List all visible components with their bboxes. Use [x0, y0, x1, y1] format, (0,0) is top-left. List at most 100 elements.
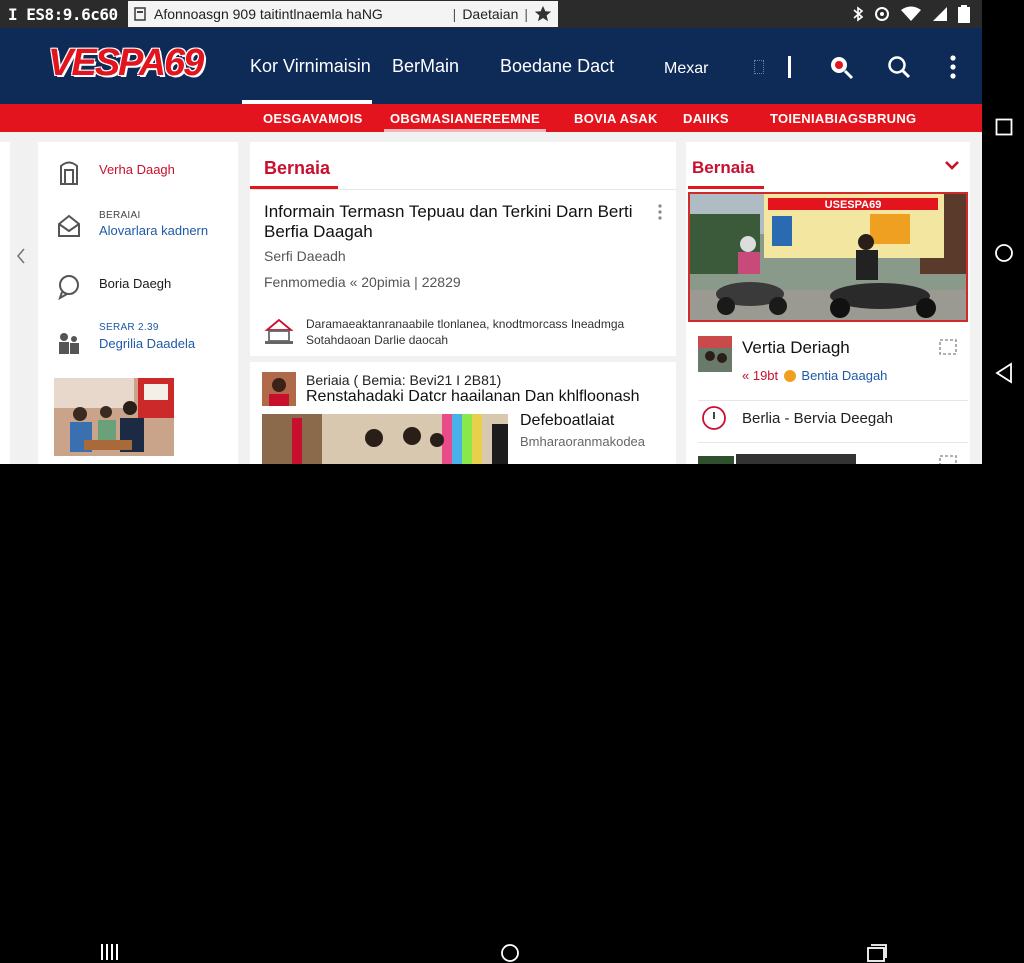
- building-icon: [264, 318, 294, 344]
- article-headline[interactable]: Renstahadaki Datcr haailanan Dan khlfloo…: [306, 388, 640, 406]
- right-tab-underline: [688, 186, 764, 189]
- article-photo[interactable]: [262, 414, 508, 464]
- site-logo[interactable]: VESPA69: [48, 42, 204, 85]
- address-bar[interactable]: Afonnoasgn 909 taitintlnaemla haNG | Dae…: [128, 1, 558, 27]
- chat-icon: [58, 275, 79, 300]
- nav-item-0[interactable]: Kor Virnimaisin: [242, 28, 372, 104]
- sidebar: Verha Daagh BERAIAI Alovarlara kadnern B…: [38, 142, 238, 464]
- news-thumbnail[interactable]: [698, 336, 732, 372]
- article-section-heading: Defeboatlaiat: [520, 412, 615, 429]
- sidebar-item-label: Degrilia Daadela: [99, 336, 196, 351]
- second-article-card[interactable]: Beriaia ( Bemia: Bevi21 I 2B81) Renstaha…: [250, 362, 676, 464]
- nav-item-2[interactable]: Boedane Dact: [480, 28, 640, 104]
- news-item-date: « 19bt: [742, 368, 779, 383]
- sidebar-item-sub: BERAIAI: [99, 210, 141, 221]
- article-title[interactable]: Informain Termasn Tepuau dan Terkini Dar…: [264, 202, 644, 242]
- mail-icon: [58, 214, 80, 237]
- url-separator: |: [452, 6, 457, 22]
- article-byline: Beriaia ( Bemia: Bevi21 I 2B81): [306, 372, 502, 388]
- image-icon[interactable]: [938, 338, 958, 356]
- group-photo-image: [54, 378, 174, 456]
- bookmark-star-icon[interactable]: [534, 5, 552, 23]
- status-time: I ES8:9.6c60: [8, 4, 118, 24]
- sidebar-item-label: Boria Daegh: [99, 276, 172, 291]
- home-icon[interactable]: [500, 943, 520, 963]
- category-tab-3[interactable]: DAIIKS: [683, 104, 729, 132]
- thumbnail-image: [698, 336, 732, 372]
- featured-article-card[interactable]: Bernaia Informain Termasn Tepuau dan Ter…: [250, 142, 676, 356]
- url-separator-2: |: [524, 6, 528, 22]
- divider: [250, 189, 676, 190]
- news-thumbnail-3[interactable]: [698, 456, 734, 464]
- chevron-left-icon[interactable]: [14, 246, 28, 266]
- site-header: VESPA69 Kor Virnimaisin BerMain Boedane …: [0, 28, 982, 104]
- previous-panel-edge: [0, 142, 10, 464]
- news-item-meta: « 19bt Bentia Daagah: [742, 368, 887, 383]
- sidebar-thumbnail-photo[interactable]: [54, 378, 174, 456]
- header-divider: [788, 56, 791, 78]
- main-nav: Kor Virnimaisin BerMain Boedane Dact: [242, 28, 640, 104]
- article-section-sub: Bmharaoranmakodea: [520, 434, 646, 449]
- alarm-icon: [875, 7, 889, 21]
- article-menu-icon[interactable]: [658, 204, 662, 220]
- category-tab-0[interactable]: OESGAVAMOIS: [263, 104, 363, 132]
- article-meta: Fenmomedia « 20pimia | 22829: [264, 274, 461, 290]
- article-subtitle: Serfi Daeadh: [264, 248, 346, 264]
- clock-icon: [702, 406, 726, 430]
- url-text: Afonnoasgn 909 taitintlnaemla haNG: [154, 6, 383, 22]
- sidebar-item-label: Verha Daagh: [99, 162, 175, 177]
- category-tab-4[interactable]: TOIENIABIAGSBRUNG: [770, 104, 916, 132]
- back-triangle-icon[interactable]: [994, 362, 1014, 384]
- divider: [698, 442, 968, 443]
- nav-item-1[interactable]: BerMain: [372, 28, 480, 104]
- header-search-label[interactable]: Mexar: [664, 60, 708, 78]
- status-bar: I ES8:9.6c60 Afonnoasgn 909 taitintlnaem…: [0, 0, 982, 28]
- more-options-icon[interactable]: [948, 54, 958, 80]
- image-icon-2[interactable]: [938, 454, 958, 464]
- location-search-icon[interactable]: [828, 54, 854, 80]
- sidebar-item-0[interactable]: Verha Daagh: [38, 152, 238, 192]
- sidebar-item-sub: SERAR 2.39: [99, 322, 159, 333]
- android-bottom-nav: [0, 464, 1024, 962]
- main-content: Bernaia Informain Termasn Tepuau dan Ter…: [250, 142, 676, 464]
- news-item-2[interactable]: Berlia - Bervia Deegah: [742, 410, 893, 427]
- right-panel: Bernaia USESPA69 Vertia Deriagh « 19bt B…: [686, 142, 970, 464]
- divider: [698, 400, 968, 401]
- url-tail: Daetaian: [462, 6, 519, 22]
- crowd-photo-image: [262, 414, 508, 464]
- sidebar-item-label: Alovarlara kadnern: [99, 223, 209, 238]
- section-tab[interactable]: Bernaia: [264, 158, 330, 179]
- battery-icon: [958, 5, 970, 23]
- category-tab-2[interactable]: BOVIA ASAK: [574, 104, 658, 132]
- news-item-title[interactable]: Vertia Deriagh: [742, 338, 850, 358]
- banner-text: USESPA69: [825, 199, 882, 211]
- recents-square-icon[interactable]: [995, 118, 1013, 136]
- sidebar-item-2[interactable]: Boria Daegh: [38, 266, 238, 306]
- signal-icon: [933, 7, 947, 21]
- home-circle-icon[interactable]: [994, 243, 1014, 263]
- wifi-icon: [901, 6, 921, 21]
- news-item-source: Bentia Daagah: [801, 368, 888, 383]
- recent-apps-icon[interactable]: [99, 943, 121, 961]
- header-placeholder-box: [754, 60, 764, 74]
- bluetooth-icon: [853, 6, 864, 22]
- right-section-tab[interactable]: Bernaia: [692, 158, 754, 178]
- scooter-photo-image: USESPA69: [690, 194, 966, 320]
- status-icons: [852, 5, 982, 23]
- source-dot-icon: [783, 370, 796, 382]
- overview-icon[interactable]: [866, 943, 888, 963]
- article-notice: Daramaeaktanranaabile tlonlanea, knodtmo…: [306, 317, 625, 347]
- avatar-image: [262, 372, 296, 406]
- chevron-down-icon[interactable]: [944, 160, 960, 170]
- sidebar-item-3[interactable]: SERAR 2.39 Degrilia Daadela: [38, 322, 238, 362]
- right-feature-photo[interactable]: USESPA69: [688, 192, 968, 322]
- news-banner-3[interactable]: [736, 454, 856, 464]
- search-icon[interactable]: [886, 54, 912, 80]
- sidebar-item-1[interactable]: BERAIAI Alovarlara kadnern: [38, 206, 238, 246]
- browser-screen: I ES8:9.6c60 Afonnoasgn 909 taitintlnaem…: [0, 0, 982, 464]
- category-nav: OESGAVAMOIS OBGMASIANEREEMNE BOVIA ASAK …: [0, 104, 982, 132]
- android-side-nav: [982, 0, 1024, 464]
- page-icon: [134, 7, 146, 21]
- category-tab-1[interactable]: OBGMASIANEREEMNE: [384, 104, 546, 132]
- door-icon: [60, 161, 78, 185]
